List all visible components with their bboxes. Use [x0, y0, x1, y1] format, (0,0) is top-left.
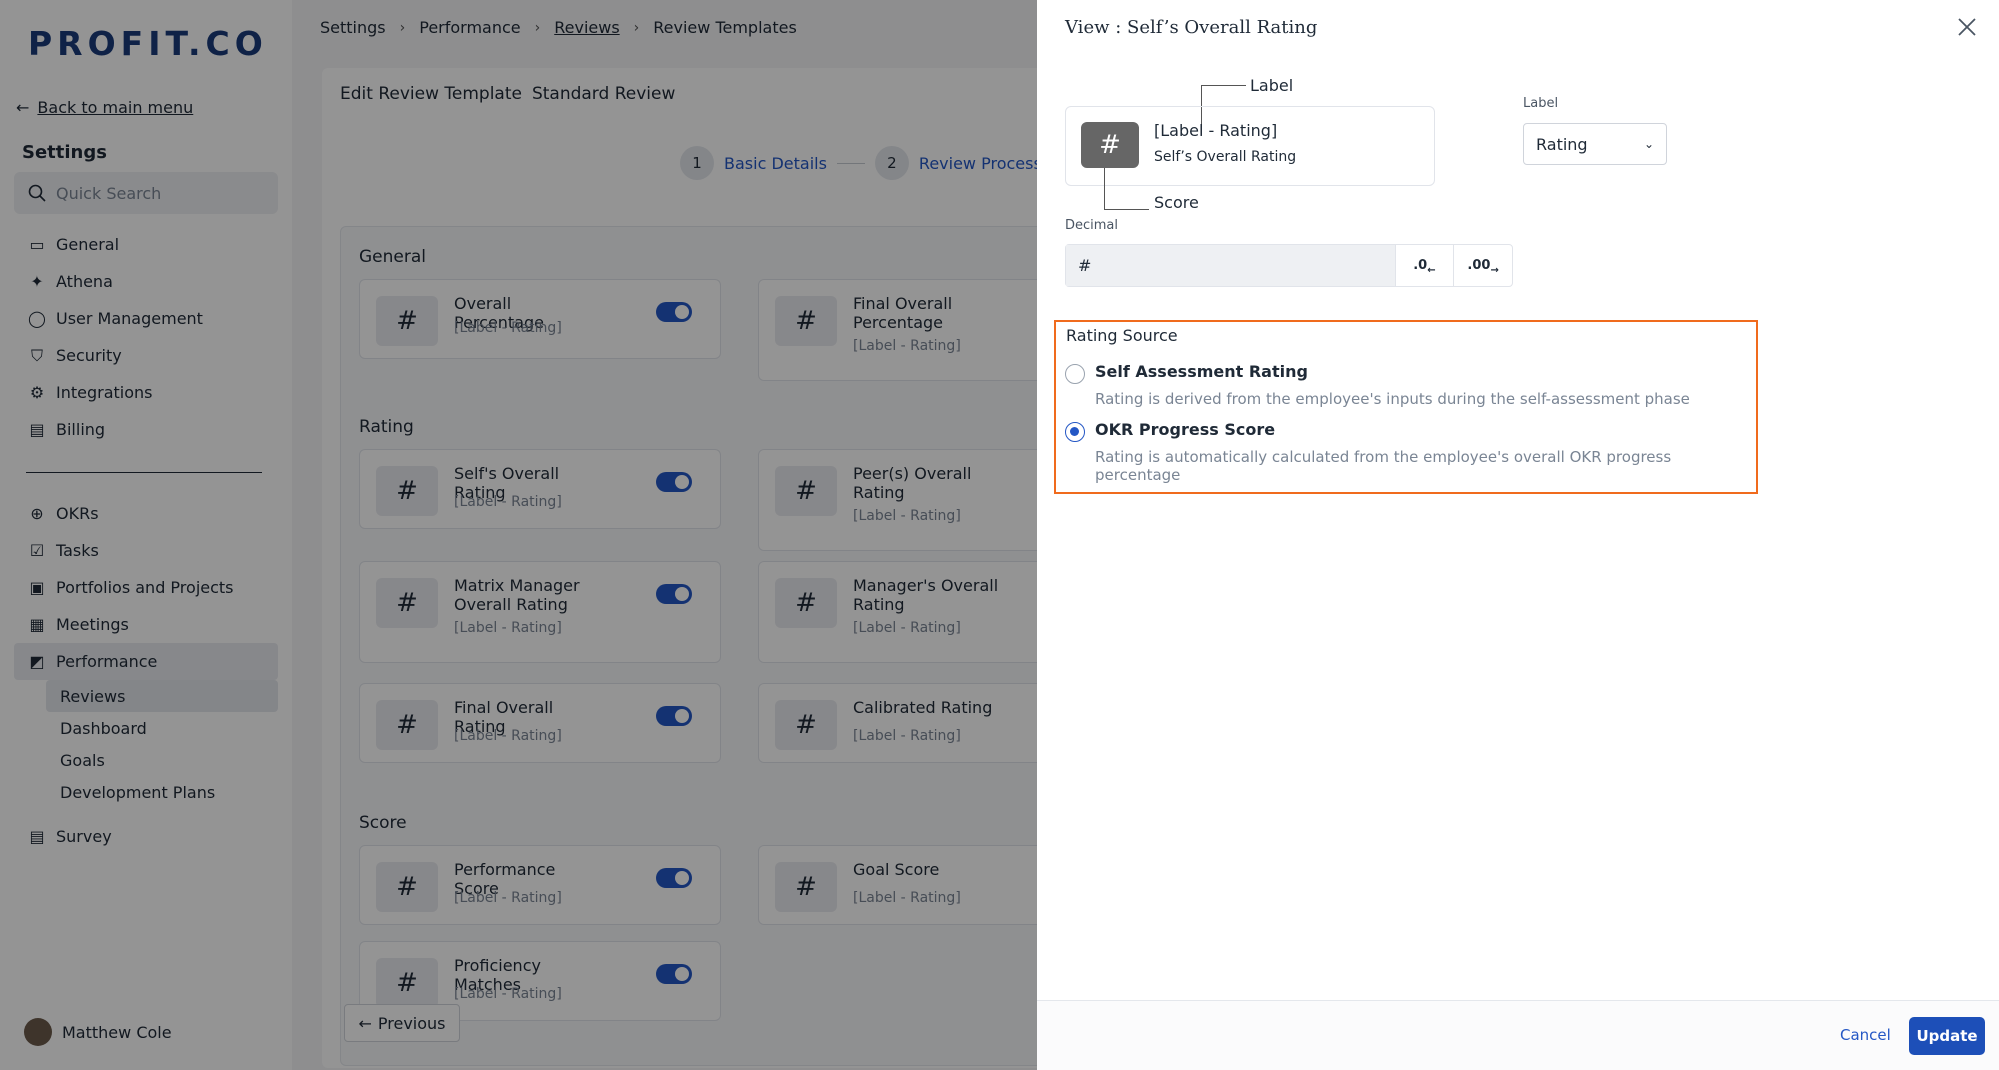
callout-label-text: Label	[1250, 76, 1294, 95]
rating-source-section: Rating Source Self Assessment Rating Rat…	[1054, 320, 1758, 494]
drawer-footer: Cancel Update	[1037, 1000, 1999, 1070]
callout-line	[1201, 85, 1246, 86]
update-button[interactable]: Update	[1909, 1017, 1985, 1055]
preview-title: [Label - Rating]	[1154, 121, 1278, 140]
decimal-format-field[interactable]: #	[1066, 245, 1395, 286]
increase-decimal-button[interactable]: .00 →	[1453, 245, 1512, 286]
arrow-right-icon: →	[1490, 265, 1499, 276]
field-preview-card: # [Label - Rating] Self’s Overall Rating	[1065, 106, 1435, 186]
cancel-button[interactable]: Cancel	[1840, 1026, 1891, 1044]
close-icon[interactable]	[1956, 16, 1978, 38]
label-select[interactable]: Rating ⌄	[1523, 123, 1667, 165]
label-field-label: Label	[1523, 96, 1559, 111]
decimal-label: Decimal	[1065, 218, 1119, 233]
preview-subtitle: Self’s Overall Rating	[1154, 149, 1297, 165]
rating-source-title: Rating Source	[1066, 326, 1178, 345]
radio-button[interactable]	[1065, 364, 1085, 384]
callout-score-text: Score	[1154, 193, 1199, 212]
drawer-title: View : Self’s Overall Rating	[1065, 17, 1318, 38]
callout-line	[1104, 209, 1149, 210]
view-field-drawer: View : Self’s Overall Rating Label # [La…	[1037, 0, 1999, 1070]
option-okr-progress-score[interactable]: OKR Progress Score Rating is automatical…	[1065, 420, 1756, 484]
modal-backdrop[interactable]	[0, 0, 1037, 1070]
arrow-left-icon: ←	[1427, 265, 1436, 276]
callout-line	[1104, 168, 1105, 210]
hash-icon: #	[1081, 122, 1139, 168]
option-self-assessment-rating[interactable]: Self Assessment Rating Rating is derived…	[1065, 362, 1690, 408]
radio-button-selected[interactable]	[1065, 422, 1085, 442]
decrease-decimal-button[interactable]: .0 ←	[1394, 245, 1454, 286]
decimal-control: # .0 ← .00 →	[1065, 244, 1513, 287]
chevron-down-icon: ⌄	[1643, 137, 1654, 151]
